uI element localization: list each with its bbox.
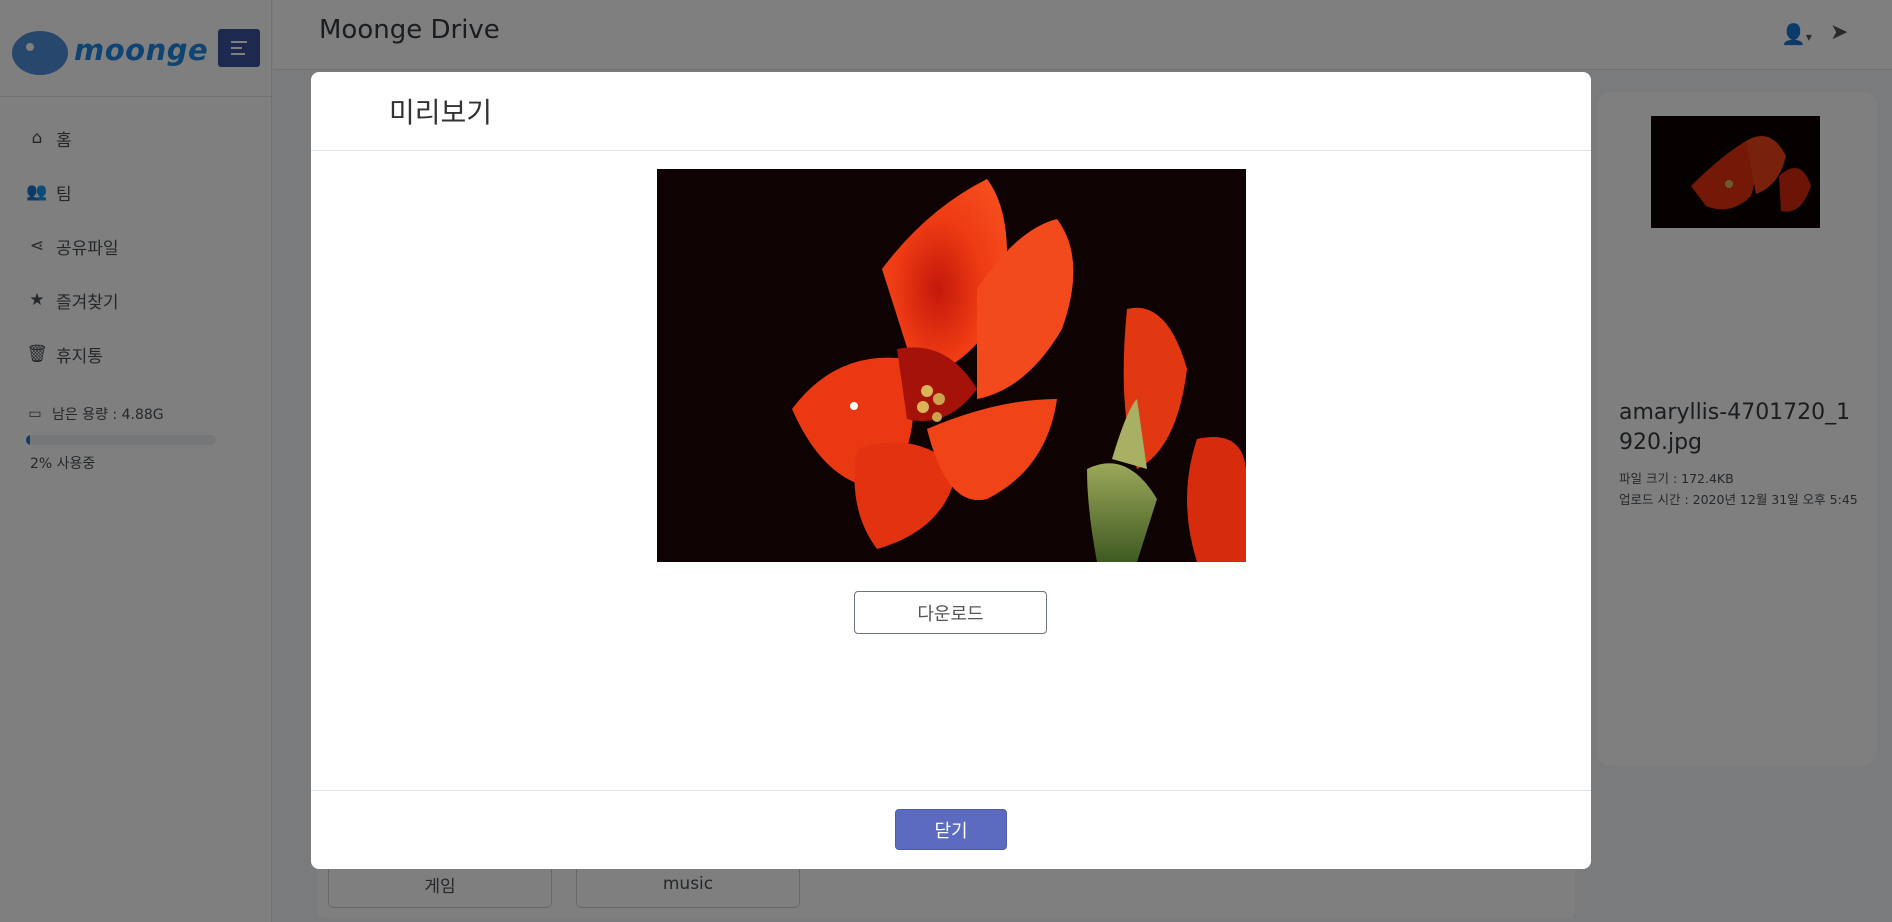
modal-footer: 닫기 [311, 790, 1591, 869]
download-button[interactable]: 다운로드 [854, 591, 1047, 634]
modal-title: 미리보기 [389, 96, 493, 129]
preview-modal: 미리보기 다운로드 닫기 [311, 72, 1591, 869]
close-button[interactable]: 닫기 [895, 809, 1007, 850]
preview-image [657, 169, 1246, 562]
modal-header: 미리보기 [311, 72, 1591, 151]
